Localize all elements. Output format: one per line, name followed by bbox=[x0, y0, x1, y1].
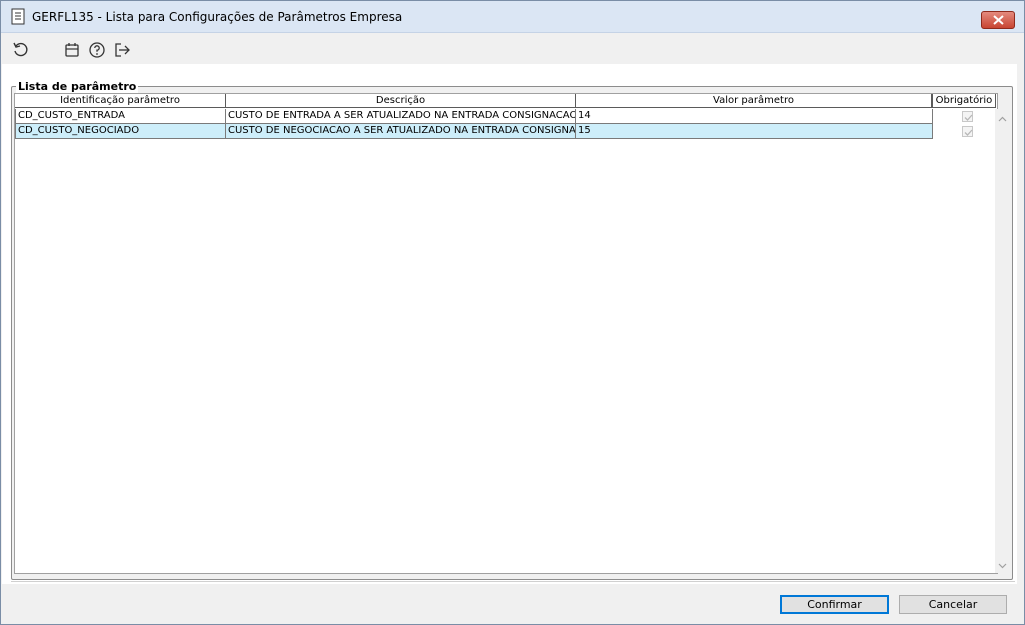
group-label: Lista de parâmetro bbox=[16, 80, 139, 93]
confirm-button[interactable]: Confirmar bbox=[780, 595, 889, 614]
dialog-window: GERFL135 - Lista para Configurações de P… bbox=[0, 0, 1025, 625]
cell-identificacao[interactable]: CD_CUSTO_NEGOCIADO bbox=[15, 124, 226, 139]
close-button[interactable] bbox=[981, 11, 1015, 29]
cell-descricao[interactable]: CUSTO DE ENTRADA A SER ATUALIZADO NA ENT… bbox=[226, 109, 576, 124]
checkmark-icon bbox=[964, 114, 973, 121]
cell-identificacao[interactable]: CD_CUSTO_ENTRADA bbox=[15, 109, 226, 124]
calendar-icon[interactable] bbox=[63, 41, 81, 59]
obrigatorio-checkbox[interactable] bbox=[962, 126, 973, 137]
window-title: GERFL135 - Lista para Configurações de P… bbox=[32, 10, 403, 24]
close-icon bbox=[993, 15, 1004, 25]
document-icon bbox=[11, 8, 25, 25]
cell-valor[interactable]: 14 bbox=[576, 109, 933, 124]
cell-valor[interactable]: 15 bbox=[576, 124, 933, 139]
scroll-down-icon[interactable] bbox=[998, 560, 1007, 569]
scroll-up-icon[interactable] bbox=[998, 114, 1007, 123]
refresh-icon[interactable] bbox=[12, 41, 30, 59]
obrigatorio-checkbox[interactable] bbox=[962, 111, 973, 122]
table-row[interactable]: CD_CUSTO_ENTRADA CUSTO DE ENTRADA A SER … bbox=[15, 109, 933, 124]
help-icon[interactable] bbox=[88, 41, 106, 59]
column-header-identificacao[interactable]: Identificação parâmetro bbox=[15, 94, 226, 108]
cell-descricao[interactable]: CUSTO DE NEGOCIACAO A SER ATUALIZADO NA … bbox=[226, 124, 576, 139]
cancel-button[interactable]: Cancelar bbox=[899, 595, 1007, 614]
vertical-scrollbar[interactable] bbox=[995, 109, 1010, 573]
column-header-obrigatorio[interactable]: Obrigatório bbox=[932, 94, 996, 108]
toolbar bbox=[1, 33, 1024, 64]
column-header-descricao[interactable]: Descrição bbox=[226, 94, 576, 108]
table-row[interactable]: CD_CUSTO_NEGOCIADO CUSTO DE NEGOCIACAO A… bbox=[15, 124, 933, 139]
checkmark-icon bbox=[964, 129, 973, 136]
exit-icon[interactable] bbox=[113, 41, 131, 59]
parameter-table bbox=[14, 93, 998, 574]
title-bar[interactable]: GERFL135 - Lista para Configurações de P… bbox=[1, 1, 1024, 33]
column-header-valor[interactable]: Valor parâmetro bbox=[576, 94, 932, 108]
footer-divider bbox=[11, 581, 1015, 582]
